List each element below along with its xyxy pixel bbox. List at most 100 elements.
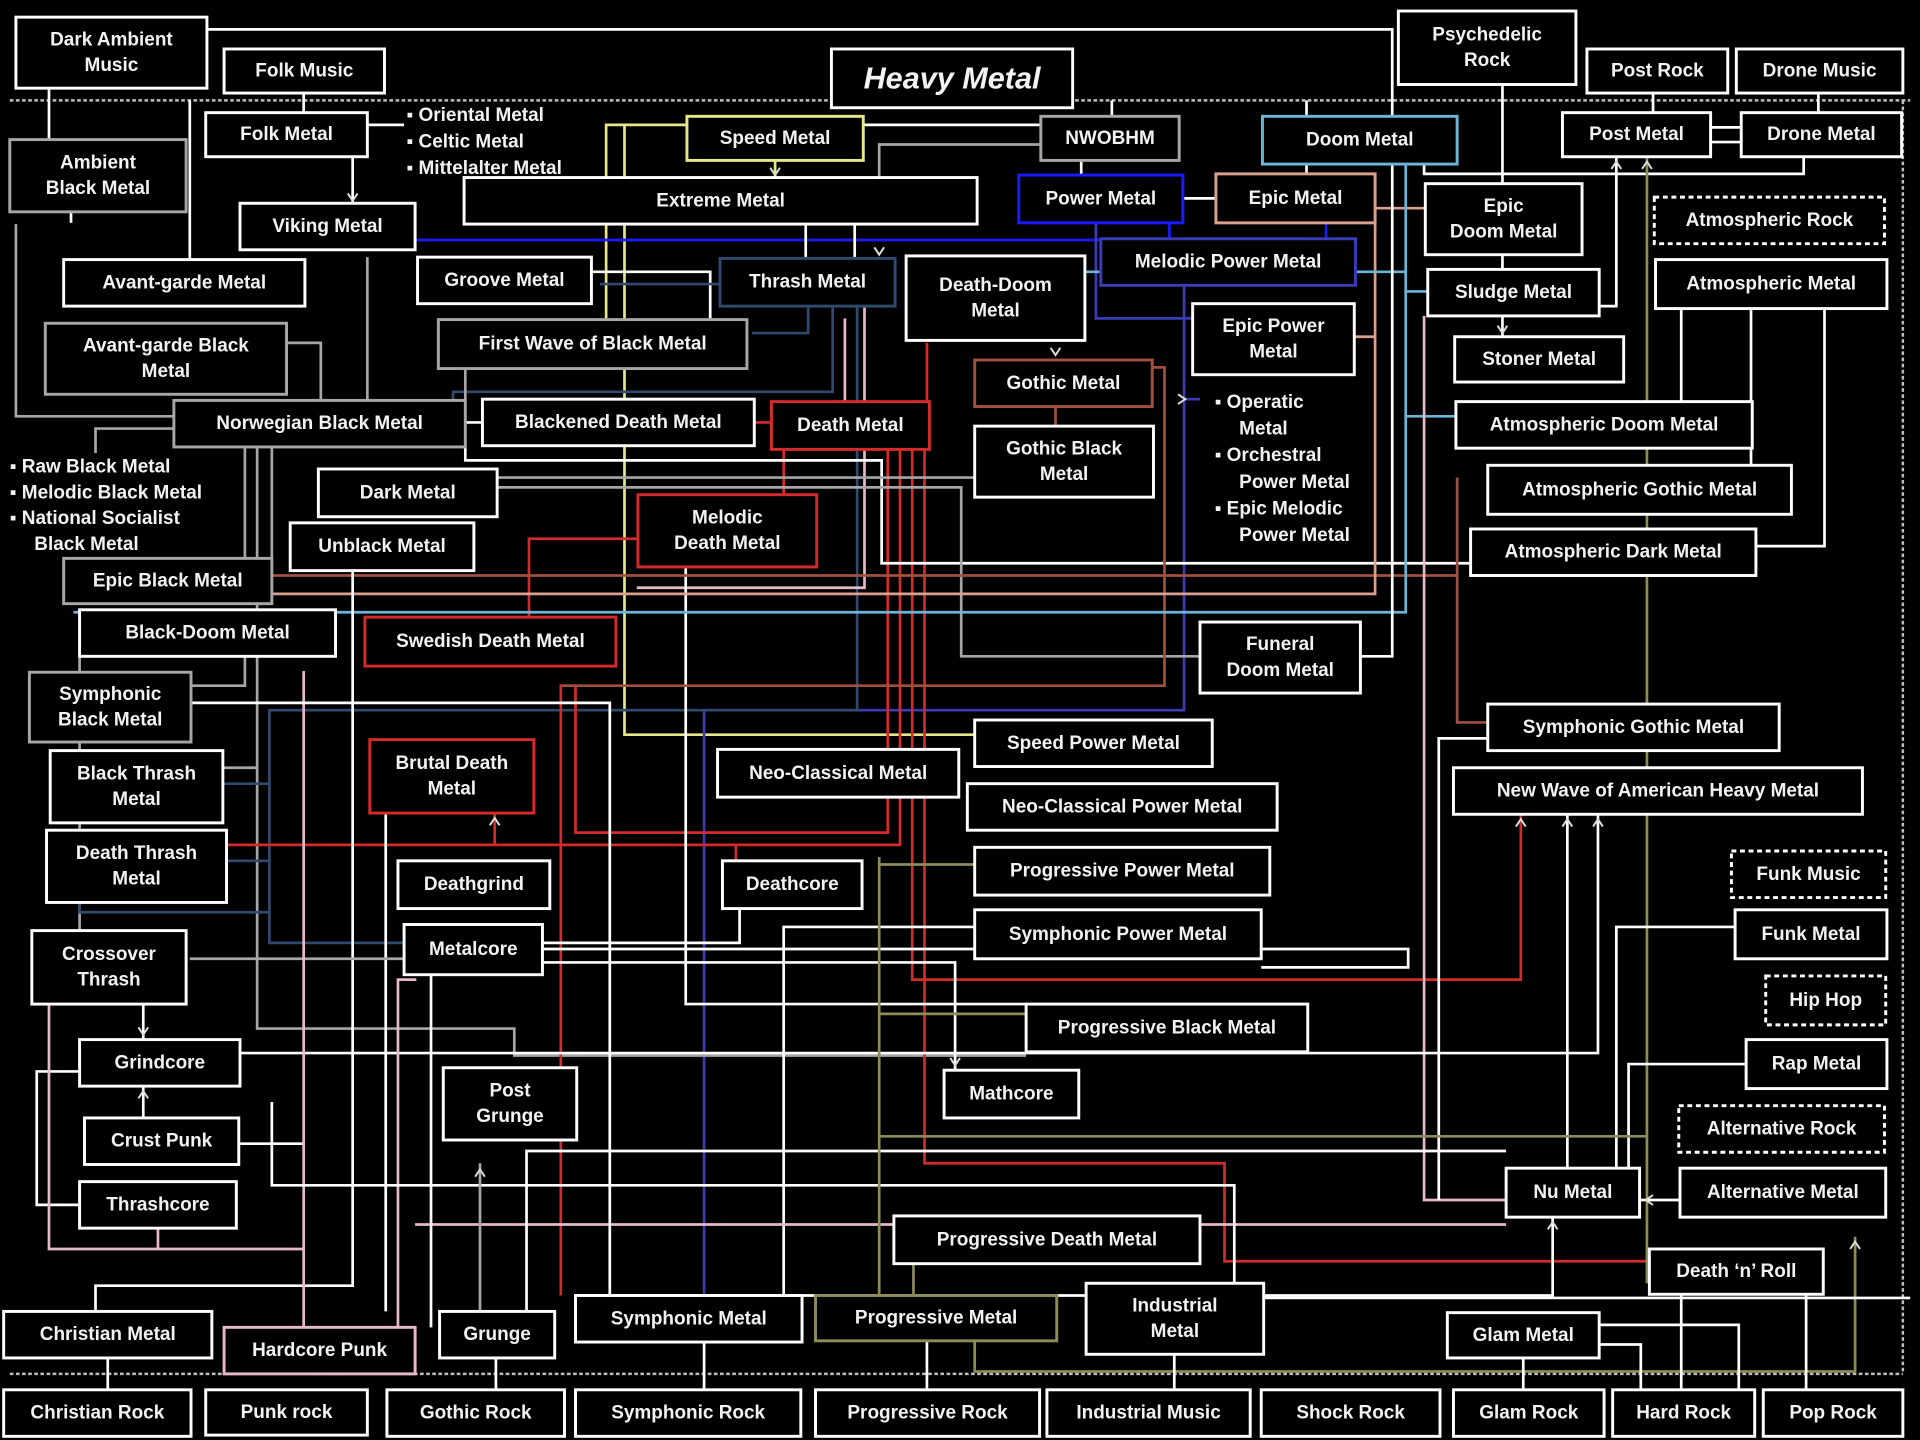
genre-node-new-wave-american-hm[interactable]: New Wave of American Heavy Metal (1452, 766, 1864, 816)
genre-node-black-doom-metal[interactable]: Black-Doom Metal (78, 608, 337, 658)
genre-node-grunge[interactable]: Grunge (438, 1309, 557, 1360)
genre-node-progressive-black-metal[interactable]: Progressive Black Metal (1024, 1002, 1310, 1054)
genre-node-hard-rock[interactable]: Hard Rock (1611, 1388, 1757, 1438)
genre-node-avant-garde-metal[interactable]: Avant-garde Metal (62, 258, 307, 308)
genre-node-funk-music[interactable]: Funk Music (1729, 849, 1888, 900)
genre-node-epic-metal[interactable]: Epic Metal (1214, 172, 1377, 225)
genre-node-progressive-power-metal[interactable]: Progressive Power Metal (973, 845, 1272, 897)
genre-node-post-grunge[interactable]: Post Grunge (441, 1066, 579, 1142)
genre-node-epic-power-metal[interactable]: Epic Power Metal (1191, 302, 1356, 377)
genre-node-symphonic-power-metal[interactable]: Symphonic Power Metal (973, 908, 1263, 961)
genre-node-funeral-doom-metal[interactable]: Funeral Doom Metal (1198, 620, 1362, 695)
genre-node-swedish-death-metal[interactable]: Swedish Death Metal (363, 615, 618, 668)
genre-node-death-doom-metal[interactable]: Death-Doom Metal (904, 254, 1087, 342)
genre-node-nu-metal[interactable]: Nu Metal (1504, 1166, 1642, 1219)
genre-node-alternative-rock[interactable]: Alternative Rock (1677, 1104, 1886, 1154)
genre-node-glam-rock[interactable]: Glam Rock (1452, 1388, 1606, 1438)
genre-node-deathgrind[interactable]: Deathgrind (396, 859, 552, 911)
genre-node-progressive-metal[interactable]: Progressive Metal (814, 1294, 1059, 1343)
genre-node-speed-power-metal[interactable]: Speed Power Metal (973, 718, 1214, 768)
genre-node-dark-metal[interactable]: Dark Metal (316, 467, 499, 519)
genre-node-glam-metal[interactable]: Glam Metal (1445, 1311, 1601, 1360)
genre-node-ambient-black-metal[interactable]: Ambient Black Metal (8, 138, 188, 214)
genre-node-norwegian-black-metal[interactable]: Norwegian Black Metal (172, 398, 467, 449)
genre-node-progressive-rock[interactable]: Progressive Rock (814, 1388, 1042, 1438)
genre-node-sludge-metal[interactable]: Sludge Metal (1426, 267, 1601, 318)
genre-node-rap-metal[interactable]: Rap Metal (1744, 1038, 1889, 1091)
node-label: Dark Metal (360, 482, 456, 503)
genre-node-industrial-metal[interactable]: Industrial Metal (1084, 1281, 1266, 1356)
genre-node-symphonic-rock[interactable]: Symphonic Rock (574, 1388, 803, 1438)
genre-node-pop-rock[interactable]: Pop Rock (1761, 1388, 1905, 1438)
genre-node-groove-metal[interactable]: Groove Metal (416, 255, 593, 306)
genre-node-atmospheric-gothic-metal[interactable]: Atmospheric Gothic Metal (1486, 463, 1793, 516)
node-label: Death Metal (797, 415, 903, 436)
genre-node-symphonic-black-metal[interactable]: Symphonic Black Metal (27, 670, 193, 744)
genre-node-hardcore-punk[interactable]: Hardcore Punk (222, 1325, 417, 1376)
genre-node-epic-black-metal[interactable]: Epic Black Metal (62, 556, 274, 606)
node-label: Hard Rock (1636, 1403, 1731, 1424)
genre-node-blackened-death-metal[interactable]: Blackened Death Metal (480, 397, 756, 448)
genre-node-drone-music[interactable]: Drone Music (1734, 47, 1905, 95)
genre-node-melodic-power-metal[interactable]: Melodic Power Metal (1099, 237, 1357, 287)
genre-node-viking-metal[interactable]: Viking Metal (238, 201, 417, 252)
genre-node-first-wave-black-metal[interactable]: First Wave of Black Metal (436, 318, 749, 371)
genre-node-neo-classical-power-metal[interactable]: Neo-Classical Power Metal (965, 782, 1279, 832)
genre-node-atmospheric-doom-metal[interactable]: Atmospheric Doom Metal (1454, 400, 1754, 450)
genre-node-atmospheric-metal[interactable]: Atmospheric Metal (1654, 258, 1889, 311)
genre-node-crust-punk[interactable]: Crust Punk (83, 1116, 241, 1166)
genre-node-punk-rock[interactable]: Punk rock (204, 1388, 369, 1437)
genre-node-neo-classical-metal[interactable]: Neo-Classical Metal (716, 747, 961, 799)
genre-node-power-metal[interactable]: Power Metal (1017, 173, 1185, 225)
genre-node-unblack-metal[interactable]: Unblack Metal (288, 521, 476, 573)
genre-node-shock-rock[interactable]: Shock Rock (1259, 1388, 1442, 1438)
genre-node-death-metal[interactable]: Death Metal (769, 400, 931, 451)
genre-node-doom-metal[interactable]: Doom Metal (1260, 114, 1459, 166)
genre-node-gothic-metal[interactable]: Gothic Metal (973, 358, 1154, 408)
genre-node-symphonic-metal[interactable]: Symphonic Metal (574, 1294, 804, 1344)
genre-node-gothic-rock[interactable]: Gothic Rock (385, 1388, 566, 1438)
genre-node-stoner-metal[interactable]: Stoner Metal (1453, 335, 1626, 384)
genre-node-nwobhm[interactable]: NWOBHM (1039, 114, 1181, 162)
genre-node-crossover-thrash[interactable]: Crossover Thrash (30, 929, 188, 1006)
genre-node-heavy-metal[interactable]: Heavy Metal (829, 47, 1075, 110)
connector-line (286, 341, 323, 401)
node-label: Folk Metal (240, 124, 333, 145)
genre-node-extreme-metal[interactable]: Extreme Metal (462, 176, 979, 226)
genre-node-dark-ambient-music[interactable]: Dark Ambient Music (14, 15, 209, 90)
genre-node-industrial-music[interactable]: Industrial Music (1045, 1388, 1252, 1438)
node-label: Speed Power Metal (1007, 733, 1180, 754)
genre-node-drone-metal[interactable]: Drone Metal (1739, 111, 1904, 159)
genre-node-avant-garde-black-metal[interactable]: Avant-garde Black Metal (43, 321, 288, 396)
genre-node-melodic-death-metal[interactable]: Melodic Death Metal (636, 493, 819, 569)
subgenre-list-item: Metal (1239, 418, 1287, 439)
genre-node-atmospheric-rock[interactable]: Atmospheric Rock (1652, 195, 1886, 246)
genre-node-post-rock[interactable]: Post Rock (1585, 47, 1730, 95)
genre-node-epic-doom-metal[interactable]: Epic Doom Metal (1423, 182, 1584, 257)
genre-node-symphonic-gothic-metal[interactable]: Symphonic Gothic Metal (1486, 702, 1781, 753)
genre-node-post-metal[interactable]: Post Metal (1560, 111, 1713, 159)
genre-node-thrashcore[interactable]: Thrashcore (78, 1180, 238, 1230)
genre-node-brutal-death-metal[interactable]: Brutal Death Metal (368, 738, 536, 815)
genre-node-gothic-black-metal[interactable]: Gothic Black Metal (973, 424, 1155, 499)
genre-node-alternative-metal[interactable]: Alternative Metal (1678, 1166, 1888, 1219)
genre-node-black-thrash-metal[interactable]: Black Thrash Metal (48, 749, 225, 825)
genre-node-death-thrash-metal[interactable]: Death Thrash Metal (45, 828, 228, 904)
genre-node-metalcore[interactable]: Metalcore (402, 923, 544, 977)
genre-node-mathcore[interactable]: Mathcore (942, 1068, 1081, 1120)
genre-node-thrash-metal[interactable]: Thrash Metal (718, 256, 897, 308)
genre-node-atmospheric-dark-metal[interactable]: Atmospheric Dark Metal (1469, 527, 1758, 577)
node-label: Dark Ambient (50, 29, 173, 50)
genre-node-funk-metal[interactable]: Funk Metal (1733, 908, 1889, 961)
genre-node-folk-metal[interactable]: Folk Metal (204, 111, 369, 159)
genre-node-progressive-death-metal[interactable]: Progressive Death Metal (892, 1214, 1202, 1266)
genre-node-hip-hop[interactable]: Hip Hop (1764, 974, 1888, 1027)
genre-node-grindcore[interactable]: Grindcore (78, 1038, 242, 1088)
genre-node-psychedelic-rock[interactable]: Psychedelic Rock (1396, 9, 1578, 86)
genre-node-christian-metal[interactable]: Christian Metal (2, 1309, 214, 1360)
genre-node-deathcore[interactable]: Deathcore (720, 859, 864, 911)
genre-node-folk-music[interactable]: Folk Music (222, 47, 386, 95)
genre-node-death-n-roll[interactable]: Death ‘n’ Roll (1647, 1247, 1825, 1296)
genre-node-speed-metal[interactable]: Speed Metal (685, 114, 865, 162)
genre-node-christian-rock[interactable]: Christian Rock (2, 1388, 193, 1438)
